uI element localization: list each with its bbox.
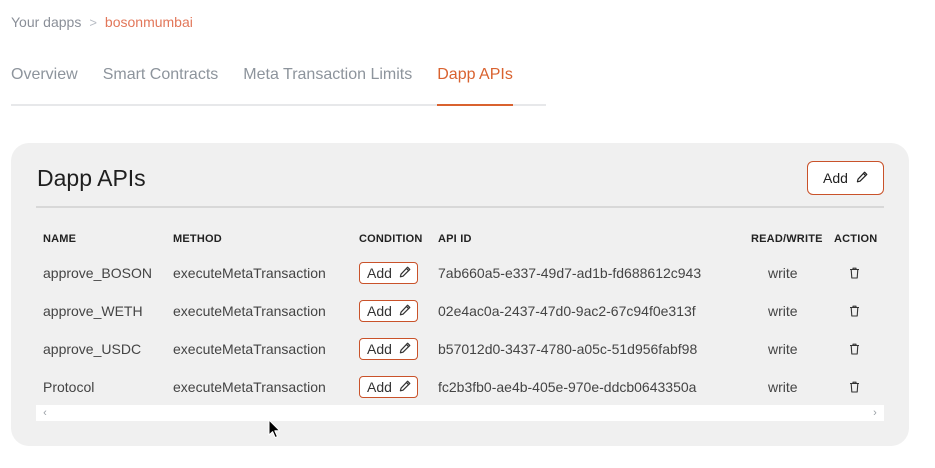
- add-condition-label: Add: [367, 379, 392, 395]
- tab-overview[interactable]: Overview: [11, 62, 78, 106]
- horizontal-scrollbar[interactable]: ‹ ›: [36, 405, 884, 421]
- tab-smart-contracts[interactable]: Smart Contracts: [103, 62, 219, 106]
- table-row: approve_WETH executeMetaTransaction Add …: [36, 292, 884, 330]
- row-name: Protocol: [43, 379, 95, 395]
- row-condition: Add: [359, 368, 418, 406]
- tab-bar: Overview Smart Contracts Meta Transactio…: [11, 62, 546, 106]
- row-action: [849, 368, 860, 406]
- tab-meta-transaction-limits[interactable]: Meta Transaction Limits: [243, 62, 412, 106]
- row-api-id: 02e4ac0a-2437-47d0-9ac2-67c94f0e313f: [438, 303, 696, 319]
- row-read-write: write: [768, 265, 798, 281]
- row-read-write: write: [768, 303, 798, 319]
- row-action: [849, 330, 860, 368]
- add-api-button[interactable]: Add: [807, 161, 884, 195]
- panel-divider: [36, 206, 884, 208]
- column-header-action: ACTION: [834, 233, 878, 245]
- row-action: [849, 254, 860, 292]
- add-condition-label: Add: [367, 341, 392, 357]
- column-header-method: METHOD: [173, 233, 222, 245]
- column-header-read-write: READ/WRITE: [751, 233, 823, 245]
- breadcrumb-current[interactable]: bosonmumbai: [105, 14, 193, 30]
- row-method: executeMetaTransaction: [173, 379, 326, 395]
- column-header-name: NAME: [43, 233, 77, 245]
- row-condition: Add: [359, 330, 418, 368]
- row-name: approve_USDC: [43, 341, 142, 357]
- pencil-icon: [399, 341, 411, 357]
- row-api-id: 7ab660a5-e337-49d7-ad1b-fd688612c943: [438, 265, 702, 281]
- row-method: executeMetaTransaction: [173, 341, 326, 357]
- scroll-left-icon[interactable]: ‹: [38, 405, 52, 421]
- column-header-condition: CONDITION: [359, 233, 423, 245]
- row-name: approve_WETH: [43, 303, 143, 319]
- tab-dapp-apis[interactable]: Dapp APIs: [437, 62, 513, 106]
- trash-icon[interactable]: [849, 343, 860, 355]
- row-condition: Add: [359, 292, 418, 330]
- table-row: Protocol executeMetaTransaction Add fc2b…: [36, 368, 884, 406]
- row-api-id: b57012d0-3437-4780-a05c-51d956fabf98: [438, 341, 698, 357]
- row-read-write: write: [768, 341, 798, 357]
- pencil-icon: [399, 303, 411, 319]
- row-method: executeMetaTransaction: [173, 303, 326, 319]
- add-condition-button[interactable]: Add: [359, 300, 418, 322]
- pencil-icon: [856, 170, 868, 186]
- add-condition-button[interactable]: Add: [359, 376, 418, 398]
- pencil-icon: [399, 379, 411, 395]
- mouse-pointer-icon: [268, 419, 281, 444]
- pencil-icon: [399, 265, 411, 281]
- table-row: approve_BOSON executeMetaTransaction Add…: [36, 254, 884, 292]
- trash-icon[interactable]: [849, 267, 860, 279]
- column-header-api-id: API ID: [438, 233, 472, 245]
- row-name: approve_BOSON: [43, 265, 152, 281]
- table-row: approve_USDC executeMetaTransaction Add …: [36, 330, 884, 368]
- row-condition: Add: [359, 254, 418, 292]
- add-condition-button[interactable]: Add: [359, 262, 418, 284]
- row-api-id: fc2b3fb0-ae4b-405e-970e-ddcb0643350a: [438, 379, 697, 395]
- breadcrumb-separator: >: [89, 14, 97, 30]
- add-condition-label: Add: [367, 303, 392, 319]
- breadcrumb-your-dapps[interactable]: Your dapps: [11, 14, 81, 30]
- panel-title: Dapp APIs: [37, 165, 146, 191]
- scroll-right-icon[interactable]: ›: [868, 405, 882, 421]
- add-condition-button[interactable]: Add: [359, 338, 418, 360]
- breadcrumb: Your dapps > bosonmumbai: [11, 14, 193, 30]
- add-condition-label: Add: [367, 265, 392, 281]
- row-read-write: write: [768, 379, 798, 395]
- dapp-apis-panel: Dapp APIs Add NAME METHOD CONDITION API …: [11, 143, 909, 446]
- trash-icon[interactable]: [849, 381, 860, 393]
- row-action: [849, 292, 860, 330]
- trash-icon[interactable]: [849, 305, 860, 317]
- add-api-button-label: Add: [823, 170, 848, 186]
- row-method: executeMetaTransaction: [173, 265, 326, 281]
